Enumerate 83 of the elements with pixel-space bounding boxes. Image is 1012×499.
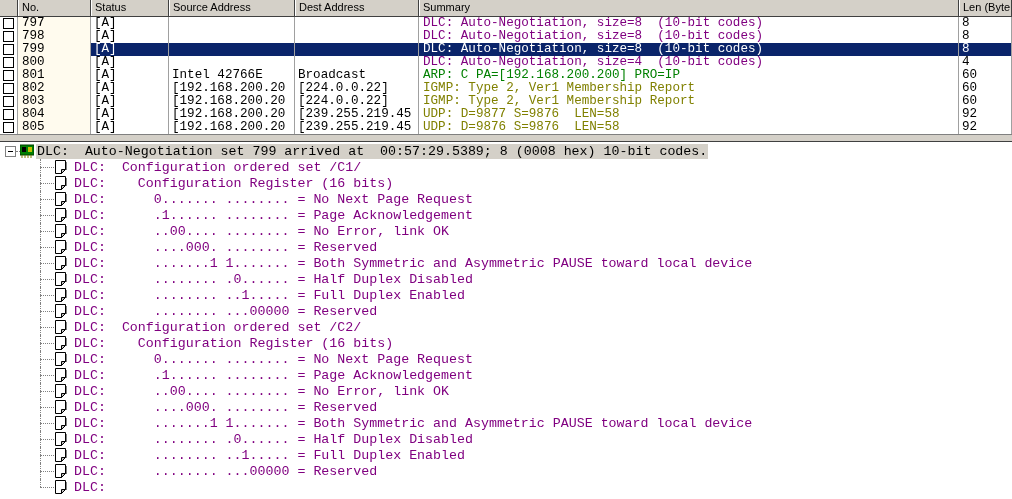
pane-splitter[interactable] bbox=[0, 135, 1012, 142]
summary-cell: UDP: D=9877 S=9876 LEN=58 bbox=[419, 108, 959, 121]
decode-line[interactable]: DLC: .......1 1....... = Both Symmetric and Asymmetric PAUSE toward local device bbox=[74, 255, 753, 271]
decode-line[interactable]: DLC: ....000. ........ = Reserved bbox=[74, 399, 378, 415]
dest-address: Broadcast bbox=[295, 69, 419, 82]
packet-number: 799 bbox=[18, 43, 91, 56]
row-checkbox[interactable] bbox=[3, 83, 14, 94]
decode-line[interactable]: DLC: 0....... ........ = No Next Page Request bbox=[74, 351, 473, 367]
status-cell: [A] bbox=[91, 56, 169, 69]
decode-line[interactable]: DLC: Configuration ordered set /C1/ bbox=[74, 159, 362, 175]
column-header[interactable]: Summary bbox=[419, 0, 959, 16]
row-checkbox[interactable] bbox=[3, 44, 14, 55]
decode-line[interactable]: DLC: Configuration Register (16 bits) bbox=[74, 175, 394, 191]
length-cell: 92 bbox=[959, 108, 1012, 121]
length-cell: 4 bbox=[959, 56, 1012, 69]
decode-line[interactable]: DLC: ........ .0...... = Half Duplex Disabled bbox=[74, 431, 473, 447]
packet-number: 798 bbox=[18, 30, 91, 43]
packet-number: 800 bbox=[18, 56, 91, 69]
decode-line[interactable]: DLC: ........ ...00000 = Reserved bbox=[74, 303, 378, 319]
summary-cell: UDP: D=9876 S=9876 LEN=58 bbox=[419, 121, 959, 134]
source-address: [192.168.200.20 bbox=[169, 82, 295, 95]
row-checkbox[interactable] bbox=[3, 31, 14, 42]
status-cell: [A] bbox=[91, 17, 169, 30]
length-cell: 60 bbox=[959, 82, 1012, 95]
column-header[interactable]: Len (Byte bbox=[959, 0, 1012, 16]
dest-address: [239.255.219.45 bbox=[295, 121, 419, 134]
status-cell: [A] bbox=[91, 43, 169, 56]
source-address: [192.168.200.20 bbox=[169, 95, 295, 108]
summary-cell: IGMP: Type 2, Ver1 Membership Report bbox=[419, 95, 959, 108]
decode-line[interactable]: DLC: ....000. ........ = Reserved bbox=[74, 239, 378, 255]
summary-cell: DLC: Auto-Negotiation, size=8 (10-bit codes) bbox=[419, 17, 959, 30]
decode-line[interactable]: DLC: Configuration ordered set /C2/ bbox=[74, 319, 362, 335]
row-checkbox[interactable] bbox=[3, 109, 14, 120]
decode-line[interactable]: DLC: .1...... ........ = Page Acknowledgement bbox=[74, 207, 473, 223]
row-checkbox[interactable] bbox=[3, 122, 14, 133]
decode-line[interactable]: DLC: ........ ..1..... = Full Duplex Enabled bbox=[74, 447, 465, 463]
decode-line[interactable]: DLC: ........ .0...... = Half Duplex Disabled bbox=[74, 271, 473, 287]
decode-line[interactable]: DLC: .......1 1....... = Both Symmetric and Asymmetric PAUSE toward local device bbox=[74, 415, 753, 431]
decode-line[interactable]: DLC: bbox=[74, 479, 106, 495]
summary-cell: DLC: Auto-Negotiation, size=4 (10-bit codes) bbox=[419, 56, 959, 69]
length-cell: 8 bbox=[959, 17, 1012, 30]
column-header[interactable]: Dest Address bbox=[295, 0, 419, 16]
status-cell: [A] bbox=[91, 95, 169, 108]
frame-summary[interactable]: DLC: Auto-Negotiation set 799 arrived at 00:57:29.5389; 8 (0008 hex) 10-bit codes. bbox=[36, 143, 709, 159]
packet-number: 804 bbox=[18, 108, 91, 121]
row-checkbox[interactable] bbox=[3, 57, 14, 68]
status-cell: [A] bbox=[91, 82, 169, 95]
status-cell: [A] bbox=[91, 108, 169, 121]
dest-address: [224.0.0.22] bbox=[295, 82, 419, 95]
summary-cell: ARP: C PA=[192.168.200.200] PRO=IP bbox=[419, 69, 959, 82]
length-cell: 60 bbox=[959, 69, 1012, 82]
packet-number: 797 bbox=[18, 17, 91, 30]
decode-line[interactable]: DLC: 0....... ........ = No Next Page Request bbox=[74, 191, 473, 207]
length-cell: 8 bbox=[959, 43, 1012, 56]
decode-line[interactable]: DLC: ..00.... ........ = No Error, link OK bbox=[74, 383, 450, 399]
column-header[interactable]: Status bbox=[91, 0, 169, 16]
decode-line[interactable]: DLC: ..00.... ........ = No Error, link OK bbox=[74, 223, 450, 239]
packet-number: 801 bbox=[18, 69, 91, 82]
row-checkbox[interactable] bbox=[3, 96, 14, 107]
source-address: Intel 42766E bbox=[169, 69, 295, 82]
status-cell: [A] bbox=[91, 121, 169, 134]
packet-number: 802 bbox=[18, 82, 91, 95]
source-address: [192.168.200.20 bbox=[169, 108, 295, 121]
network-card-icon bbox=[20, 144, 34, 158]
length-cell: 92 bbox=[959, 121, 1012, 134]
decode-line[interactable]: DLC: ........ ..1..... = Full Duplex Enabled bbox=[74, 287, 465, 303]
decode-line[interactable]: DLC: ........ ...00000 = Reserved bbox=[74, 463, 378, 479]
summary-cell: IGMP: Type 2, Ver1 Membership Report bbox=[419, 82, 959, 95]
decode-line[interactable]: DLC: Configuration Register (16 bits) bbox=[74, 335, 394, 351]
row-checkbox[interactable] bbox=[3, 18, 14, 29]
decode-line[interactable]: DLC: .1...... ........ = Page Acknowledgement bbox=[74, 367, 473, 383]
dest-address: [239.255.219.45 bbox=[295, 108, 419, 121]
packet-number: 803 bbox=[18, 95, 91, 108]
packet-number: 805 bbox=[18, 121, 91, 134]
column-header[interactable]: No. bbox=[18, 0, 91, 16]
dest-address: [224.0.0.22] bbox=[295, 95, 419, 108]
status-cell: [A] bbox=[91, 69, 169, 82]
column-header[interactable]: Source Address bbox=[169, 0, 295, 16]
collapse-toggle[interactable] bbox=[5, 145, 16, 157]
length-cell: 60 bbox=[959, 95, 1012, 108]
source-address: [192.168.200.20 bbox=[169, 121, 295, 134]
summary-cell: DLC: Auto-Negotiation, size=8 (10-bit codes) bbox=[419, 43, 959, 56]
row-checkbox[interactable] bbox=[3, 70, 14, 81]
